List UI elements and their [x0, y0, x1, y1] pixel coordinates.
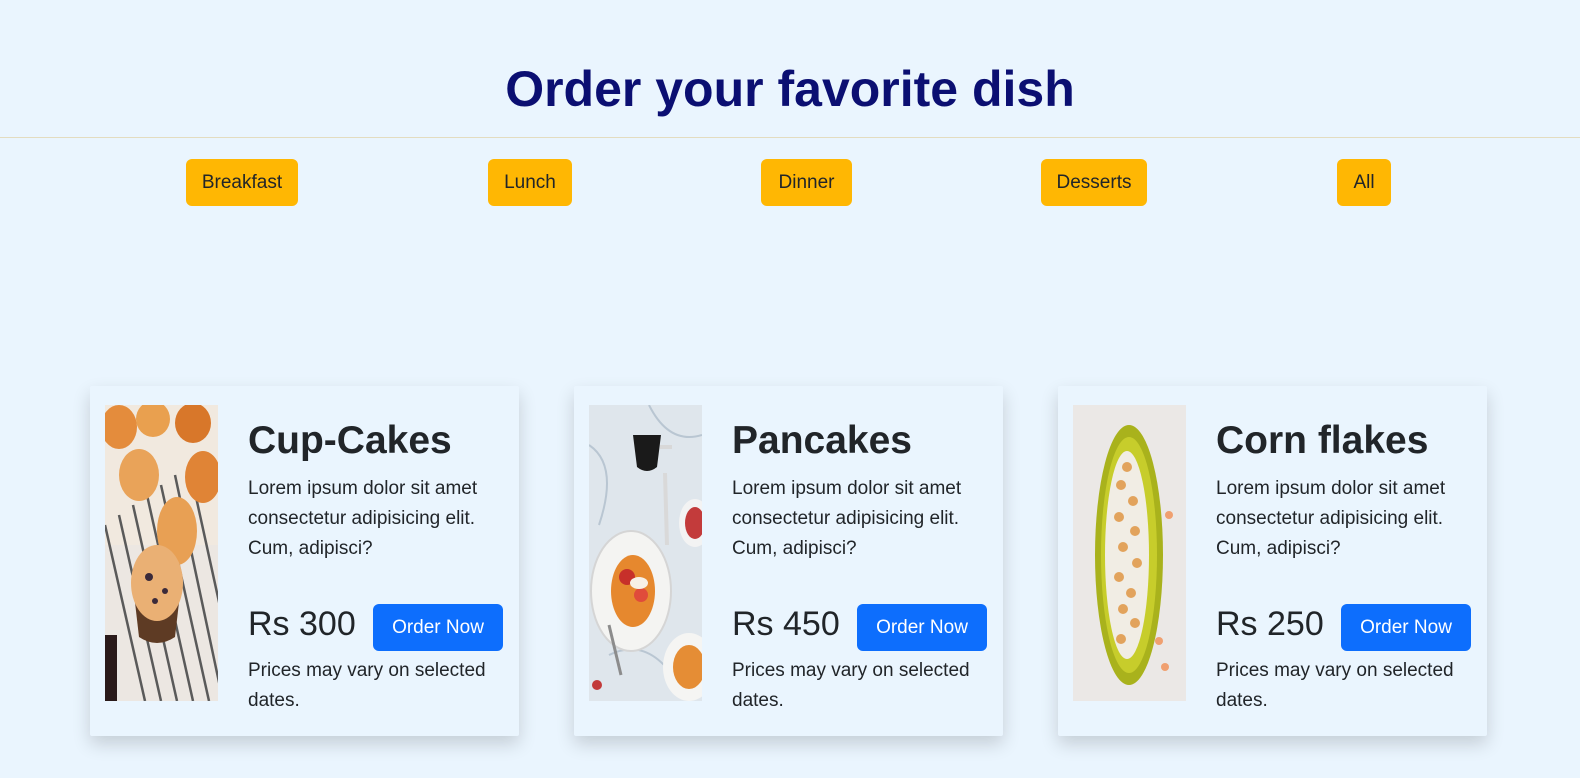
dish-card-pancakes: Pancakes Lorem ipsum dolor sit amet cons… [574, 386, 1003, 736]
dish-description: Lorem ipsum dolor sit amet consectetur a… [1216, 478, 1446, 559]
order-now-button[interactable]: Order Now [373, 604, 503, 651]
dish-title: Pancakes [732, 419, 912, 462]
filter-lunch-button[interactable]: Lunch [488, 159, 572, 206]
dish-card-cornflakes: Corn flakes Lorem ipsum dolor sit amet c… [1058, 386, 1487, 736]
pancakes-photo [589, 405, 702, 701]
dish-price: Rs 300 [248, 605, 356, 643]
dish-price: Rs 450 [732, 605, 840, 643]
price-note: Prices may vary on selected dates. [1216, 660, 1454, 711]
cupcakes-photo [105, 405, 218, 701]
dish-title: Cup-Cakes [248, 419, 452, 462]
page-title: Order your favorite dish [505, 61, 1075, 117]
price-note: Prices may vary on selected dates. [732, 660, 970, 711]
filter-desserts-button[interactable]: Desserts [1041, 159, 1147, 206]
page-header: Order your favorite dish [0, 0, 1580, 138]
price-note: Prices may vary on selected dates. [248, 660, 486, 711]
dish-price: Rs 250 [1216, 605, 1324, 643]
filter-all-button[interactable]: All [1337, 159, 1391, 206]
order-now-button[interactable]: Order Now [857, 604, 987, 651]
dish-description: Lorem ipsum dolor sit amet consectetur a… [732, 478, 962, 559]
cornflakes-photo [1073, 405, 1186, 701]
order-now-button[interactable]: Order Now [1341, 604, 1471, 651]
dish-card-cupcakes: Cup-Cakes Lorem ipsum dolor sit amet con… [90, 386, 519, 736]
dish-title: Corn flakes [1216, 419, 1429, 462]
filter-dinner-button[interactable]: Dinner [761, 159, 852, 206]
dish-description: Lorem ipsum dolor sit amet consectetur a… [248, 478, 478, 559]
filter-breakfast-button[interactable]: Breakfast [186, 159, 298, 206]
